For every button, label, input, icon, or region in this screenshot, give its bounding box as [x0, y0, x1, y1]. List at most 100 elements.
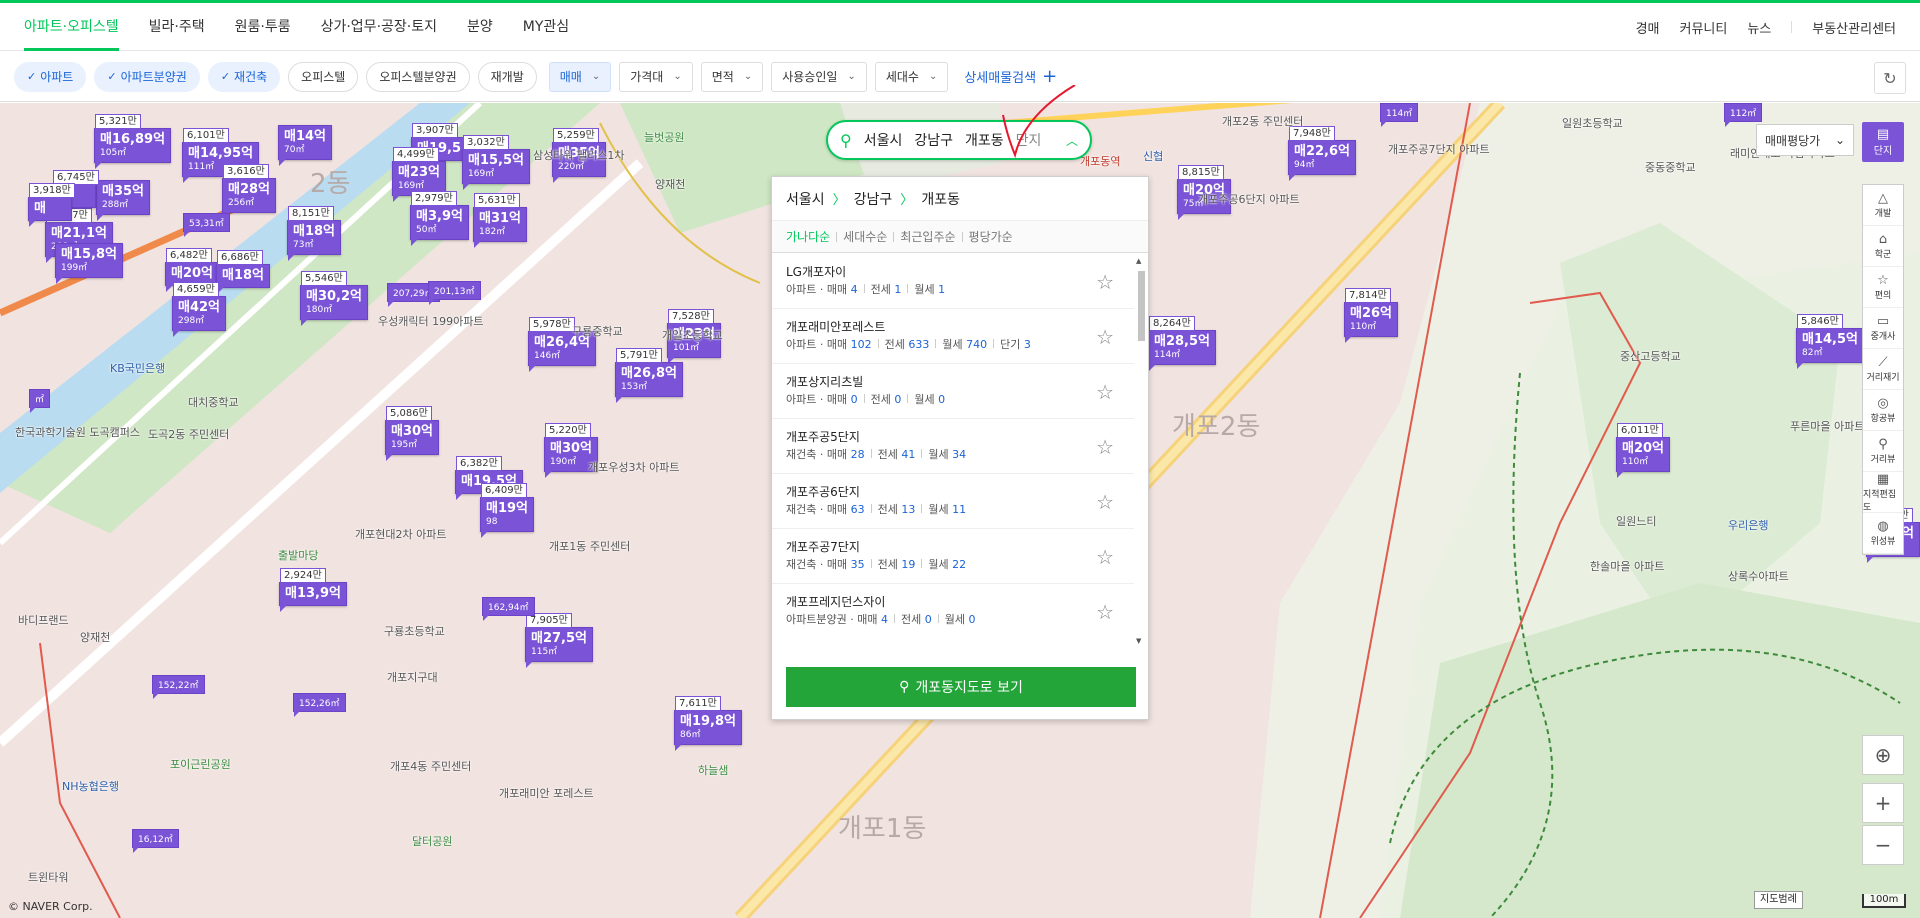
filter-chip[interactable]: 아파트분양권	[94, 61, 200, 92]
price-marker[interactable]: 4,659만 매42억 298㎡	[172, 282, 227, 337]
nav-item[interactable]: 원룸·투룸	[235, 3, 291, 51]
star-icon[interactable]: ☆	[1096, 380, 1114, 404]
map-tool-cadastral[interactable]: ▦ 지적편집도	[1863, 472, 1903, 513]
nav-item[interactable]: 분양	[467, 3, 493, 51]
area-tag[interactable]: 152,26㎡	[293, 693, 346, 717]
filter-chip[interactable]: 재건축	[207, 61, 281, 92]
price-type-select[interactable]: 매매평당가 ⌄	[1756, 124, 1854, 156]
nav-item[interactable]: MY관심	[523, 3, 569, 51]
price-marker[interactable]: 8,264만 매28,5억 114㎡	[1148, 316, 1216, 371]
complex-list: LG개포자이 아파트 · 매매 4 전세 1 월세 1 ☆ 개포래미안포레스트 아파트 · …	[772, 254, 1134, 637]
complex-list-item[interactable]: LG개포자이 아파트 · 매매 4 전세 1 월세 1 ☆	[772, 254, 1134, 309]
loc-city[interactable]: 서울시	[864, 130, 903, 150]
scroll-thumb[interactable]	[1138, 271, 1145, 341]
price-marker[interactable]: 매14억 70㎡	[278, 125, 333, 166]
my-location-button[interactable]: ⊕	[1862, 735, 1904, 775]
map-tool-satellite[interactable]: ◍ 위성뷰	[1863, 513, 1903, 554]
area-tag[interactable]: 53,31㎡	[183, 213, 230, 237]
sort-households[interactable]: 세대수순	[837, 228, 893, 245]
price-marker[interactable]: 5,546만 매30,2억 180㎡	[300, 271, 368, 326]
nav-item[interactable]: 상가·업무·공장·토지	[321, 3, 437, 51]
utility-link[interactable]: 커뮤니티	[1680, 18, 1728, 37]
complex-list-item[interactable]: 개포주공7단지 재건축 · 매매 35 전세 19 월세 22 ☆	[772, 529, 1134, 584]
price-marker[interactable]: 5,791만 매26,8억 153㎡	[615, 348, 683, 403]
panel-crumb-dong[interactable]: 개포동	[921, 189, 960, 209]
map-tool-aerial[interactable]: ◎ 항공뷰	[1863, 390, 1903, 431]
star-icon[interactable]: ☆	[1096, 545, 1114, 569]
area-tag[interactable]: 162,94㎡	[482, 597, 535, 621]
price-marker[interactable]: 6,686만 매18억	[216, 250, 271, 294]
detail-search-button[interactable]: 상세매물검색 +	[964, 67, 1057, 86]
sort-price[interactable]: 평당가순	[963, 228, 1019, 245]
filter-chip[interactable]: 오피스텔	[288, 61, 359, 92]
price-marker[interactable]: 3,616만 매28억 256㎡	[222, 164, 277, 219]
price-marker[interactable]: 5,321만 매16,89억 105㎡	[94, 114, 172, 169]
area-tag[interactable]: 112㎡	[1724, 103, 1763, 127]
list-scrollbar[interactable]: ▲ ▼	[1136, 257, 1146, 645]
map-tool-convenience[interactable]: ☆ 편의	[1863, 267, 1903, 308]
price-marker[interactable]: 5,631만 매31억 182㎡	[473, 193, 528, 248]
map-legend-button[interactable]: 지도범례	[1754, 891, 1803, 909]
filter-dropdown[interactable]: 세대수 ⌄	[874, 61, 949, 92]
price-marker[interactable]: 매15,8억 199㎡	[55, 243, 123, 284]
loc-district[interactable]: 강남구	[914, 130, 953, 150]
map-tool-ruler[interactable]: ⟋ 거리재기	[1863, 349, 1903, 390]
area-tag[interactable]: ㎡	[29, 389, 51, 413]
price-marker[interactable]: 2,924만 매13,9억	[279, 568, 347, 612]
scroll-up-icon[interactable]: ▲	[1136, 257, 1141, 265]
filter-chip[interactable]: 아파트	[14, 61, 87, 92]
area-tag[interactable]: 152,22㎡	[152, 675, 205, 699]
price-marker[interactable]: 매35억 288㎡	[96, 180, 151, 221]
price-marker[interactable]: 7,948만 매22,6억 94㎡	[1288, 126, 1356, 181]
star-icon[interactable]: ☆	[1096, 270, 1114, 294]
complex-list-item[interactable]: 개포래미안포레스트 아파트 · 매매 102 전세 633 월세 740 단기 3 ☆	[772, 309, 1134, 364]
zoom-in-button[interactable]: +	[1862, 783, 1904, 823]
zoom-out-button[interactable]: −	[1862, 825, 1904, 865]
star-icon[interactable]: ☆	[1096, 435, 1114, 459]
price-marker[interactable]: 3,918만 매	[28, 183, 75, 227]
danji-toggle[interactable]: ▤ 단지	[1862, 122, 1904, 162]
star-icon[interactable]: ☆	[1096, 490, 1114, 514]
view-dong-map-button[interactable]: ⚲ 개포동지도로 보기	[786, 667, 1136, 707]
refresh-button[interactable]: ↻	[1874, 62, 1906, 94]
area-tag[interactable]: 201,13㎡	[428, 281, 481, 305]
filter-dropdown[interactable]: 가격대 ⌄	[619, 61, 693, 92]
price-marker[interactable]: 8,151만 매18억 73㎡	[287, 206, 342, 261]
price-marker[interactable]: 6,409만 매19억 98	[480, 483, 535, 538]
complex-list-item[interactable]: 개포주공5단지 재건축 · 매매 28 전세 41 월세 34 ☆	[772, 419, 1134, 474]
price-marker[interactable]: 5,846만 매14,5억 82㎡	[1796, 314, 1864, 369]
utility-link[interactable]: 부동산관리센터	[1812, 18, 1896, 37]
price-marker[interactable]: 2,979만 매3,9억 50㎡	[410, 191, 469, 246]
sort-abc[interactable]: 가나다순	[786, 228, 836, 245]
map-tool-dev[interactable]: △ 개발	[1863, 185, 1903, 226]
star-icon[interactable]: ☆	[1096, 600, 1114, 624]
price-marker[interactable]: 3,032만 매15,5억 169㎡	[462, 135, 530, 190]
filter-chip[interactable]: 오피스텔분양권	[366, 61, 470, 92]
filter-dropdown[interactable]: 면적 ⌄	[700, 61, 764, 92]
filter-dropdown[interactable]: 매매 ⌄	[548, 61, 612, 92]
sort-recent[interactable]: 최근입주순	[894, 228, 961, 245]
complex-list-item[interactable]: 개포주공6단지 재건축 · 매매 63 전세 13 월세 11 ☆	[772, 474, 1134, 529]
star-icon[interactable]: ☆	[1096, 325, 1114, 349]
map-tool-agent[interactable]: ▭ 중개사	[1863, 308, 1903, 349]
nav-item[interactable]: 빌라·주택	[149, 3, 205, 51]
map-tool-school[interactable]: ⌂ 학군	[1863, 226, 1903, 267]
filter-chip[interactable]: 재개발	[477, 61, 537, 92]
price-marker[interactable]: 7,611만 매19,8억 86㎡	[674, 696, 742, 751]
price-marker[interactable]: 5,086만 매30억 195㎡	[385, 406, 440, 461]
area-tag[interactable]: 114㎡	[1380, 103, 1419, 127]
utility-link[interactable]: 경매	[1636, 18, 1660, 37]
price-marker[interactable]: 6,011만 매20억 110㎡	[1616, 423, 1671, 478]
map-tool-streetview[interactable]: ⚲ 거리뷰	[1863, 431, 1903, 472]
complex-list-item[interactable]: 개포프레지던스자이 아파트분양권 · 매매 4 전세 0 월세 0 ☆	[772, 584, 1134, 637]
area-tag[interactable]: 16,12㎡	[132, 829, 179, 853]
complex-list-item[interactable]: 개포상지리츠빌 아파트 · 매매 0 전세 0 월세 0 ☆	[772, 364, 1134, 419]
price-marker[interactable]: 7,814만 매26억 110㎡	[1344, 288, 1399, 343]
price-marker[interactable]: 7,905만 매27,5억 115㎡	[525, 613, 593, 668]
panel-crumb-district[interactable]: 강남구	[854, 189, 893, 209]
panel-crumb-city[interactable]: 서울시	[786, 189, 825, 209]
nav-item[interactable]: 아파트·오피스텔	[24, 3, 119, 51]
scroll-down-icon[interactable]: ▼	[1136, 637, 1141, 645]
utility-link[interactable]: 뉴스	[1747, 18, 1771, 37]
filter-dropdown[interactable]: 사용승인일 ⌄	[771, 61, 867, 92]
